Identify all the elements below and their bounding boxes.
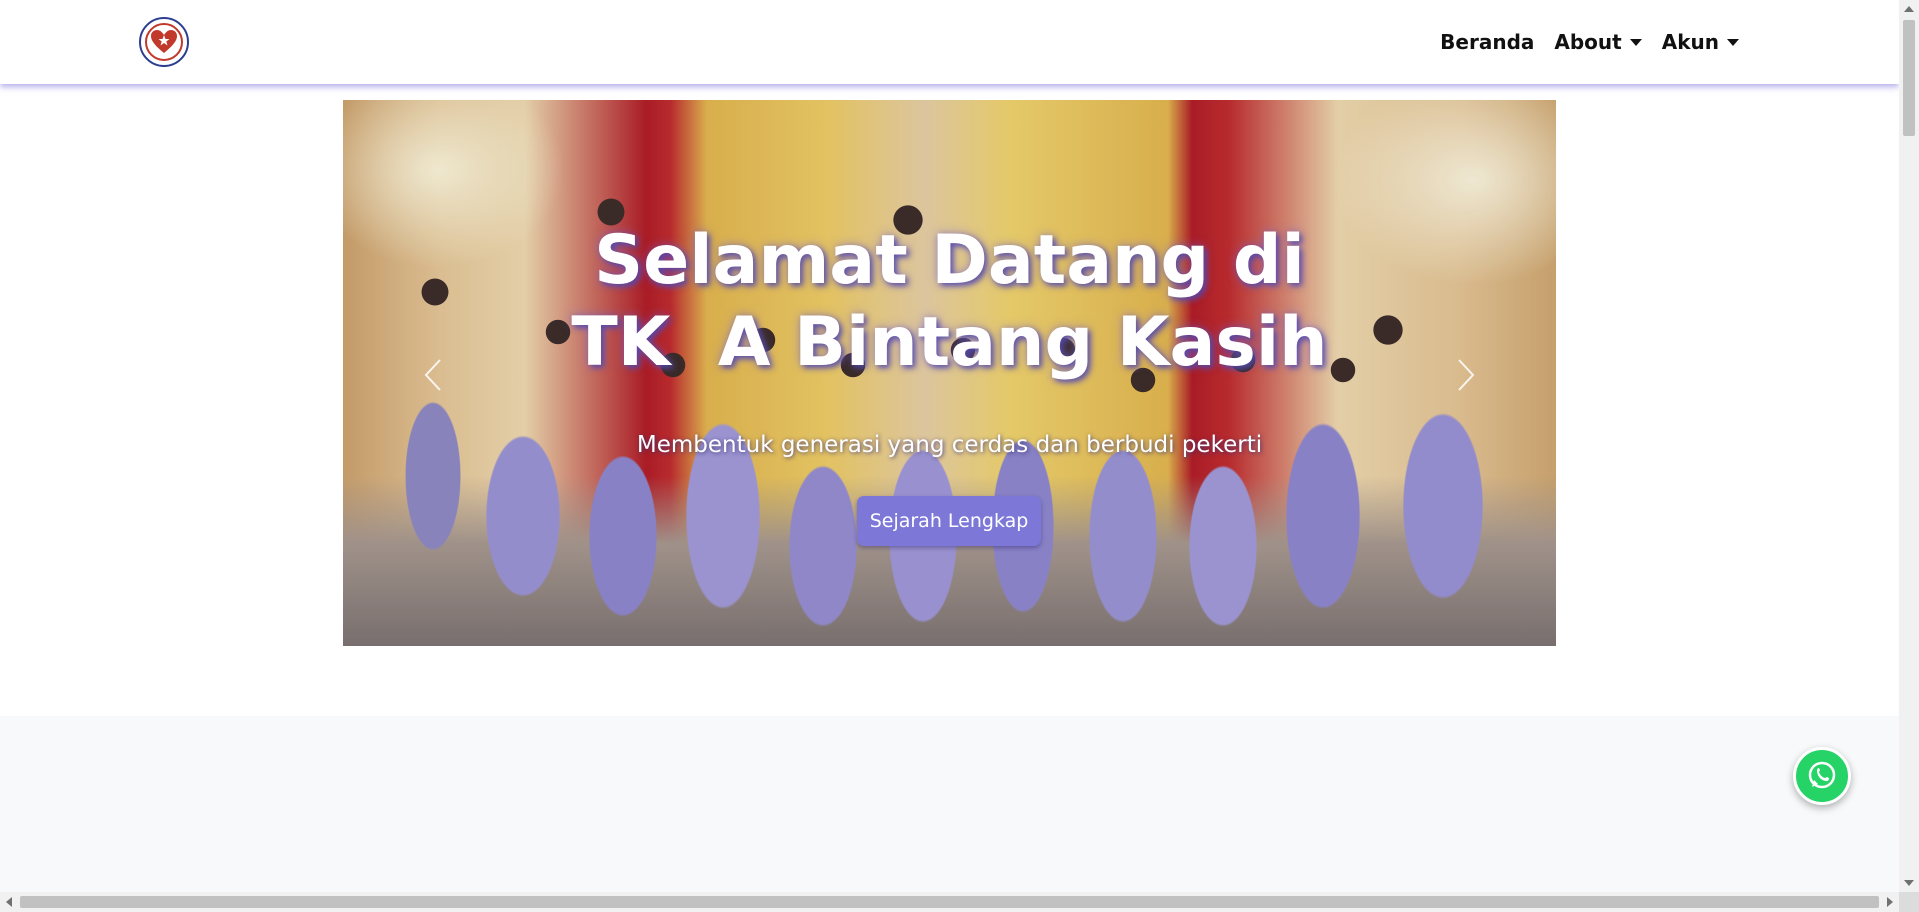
nav-item-label: Akun (1661, 30, 1719, 54)
hero-subtitle: Membentuk generasi yang cerdas dan berbu… (636, 432, 1263, 458)
chevron-right-icon (1458, 359, 1475, 391)
whatsapp-button[interactable] (1793, 747, 1851, 805)
carousel-prev-button[interactable] (413, 350, 453, 400)
vertical-scroll-thumb[interactable] (1903, 20, 1915, 136)
nav-item-akun[interactable]: Akun (1652, 28, 1749, 56)
hero-title-line1: Selamat Datang di (594, 221, 1305, 300)
caret-down-icon (1629, 38, 1642, 46)
nav-item-label: About (1554, 30, 1622, 54)
carousel-next-button[interactable] (1446, 350, 1486, 400)
scroll-down-icon[interactable] (1904, 880, 1914, 886)
horizontal-scrollbar[interactable] (0, 892, 1899, 912)
logo-ring (145, 23, 183, 61)
content-section (0, 716, 1899, 892)
scroll-up-icon[interactable] (1904, 6, 1914, 12)
hero-title: Selamat Datang di TK A Bintang Kasih (343, 220, 1556, 384)
caret-down-icon (1727, 38, 1739, 46)
whatsapp-icon (1808, 761, 1836, 789)
navbar: Beranda About Akun (0, 0, 1899, 84)
nav-item-about[interactable]: About (1544, 28, 1651, 56)
hero-carousel: Selamat Datang di TK A Bintang Kasih Mem… (343, 100, 1556, 646)
scroll-right-icon[interactable] (1887, 897, 1893, 907)
horizontal-scroll-thumb[interactable] (20, 896, 1879, 908)
scrollbar-corner (1899, 892, 1919, 912)
hero-title-line2: TK A Bintang Kasih (571, 303, 1328, 382)
vertical-scrollbar[interactable] (1899, 0, 1919, 892)
chevron-left-icon (424, 359, 441, 391)
main-nav: Beranda About Akun (1430, 28, 1749, 56)
nav-item-label: Beranda (1440, 30, 1535, 54)
page-viewport: Beranda About Akun Selamat Datang di TK … (0, 0, 1899, 892)
scroll-left-icon[interactable] (6, 897, 12, 907)
nav-item-beranda[interactable]: Beranda (1430, 28, 1544, 56)
sejarah-lengkap-button[interactable]: Sejarah Lengkap (857, 496, 1041, 546)
school-logo[interactable] (139, 17, 189, 67)
